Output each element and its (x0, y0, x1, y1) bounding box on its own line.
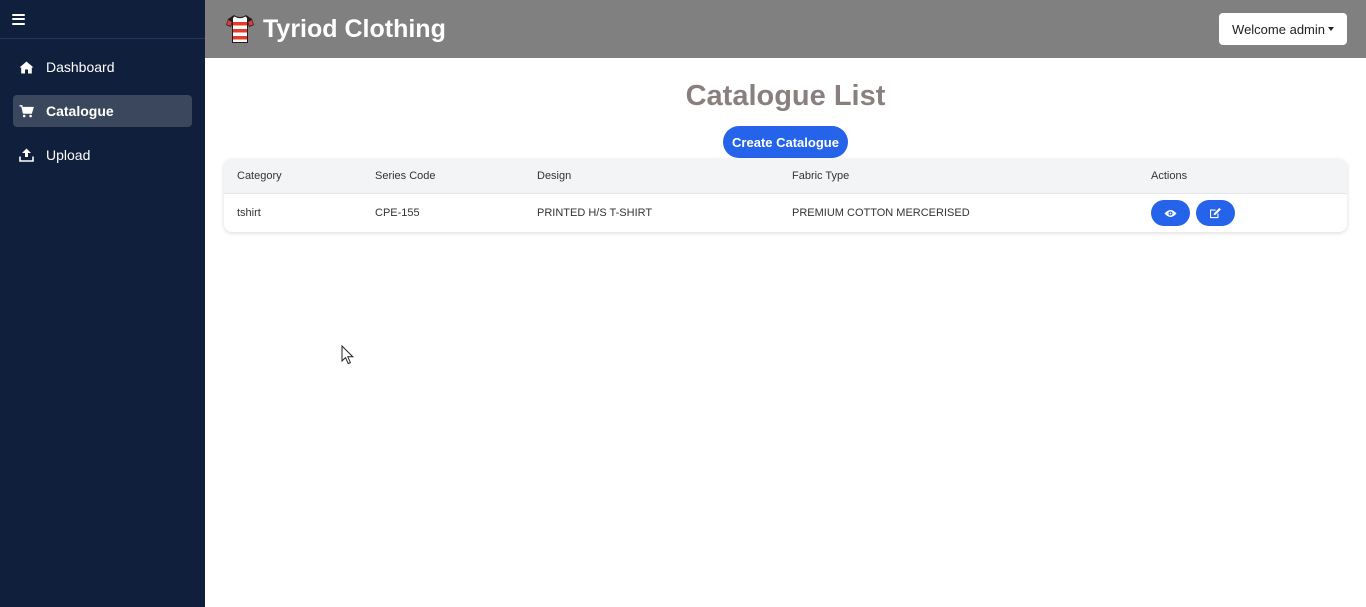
brand-title: Tyriod Clothing (263, 14, 446, 43)
sidebar-item-dashboard[interactable]: Dashboard (13, 51, 192, 83)
sidebar-item-label: Catalogue (46, 103, 114, 119)
cell-fabric-type: PREMIUM COTTON MERCERISED (792, 207, 970, 219)
cell-category: tshirt (237, 207, 261, 219)
mouse-cursor-icon (341, 345, 355, 365)
column-header-fabric-type: Fabric Type (792, 170, 850, 182)
page-title: Catalogue List (685, 80, 886, 112)
table-row: tshirt CPE-155 PRINTED H/S T-SHIRT PREMI… (224, 194, 1347, 232)
brand[interactable]: Tyriod Clothing (225, 13, 446, 45)
cell-series-code: CPE-155 (375, 207, 420, 219)
table-header: Category Series Code Design Fabric Type … (224, 159, 1347, 194)
column-header-design: Design (537, 170, 572, 182)
caret-down-icon (1328, 27, 1334, 31)
sidebar-item-label: Upload (46, 147, 91, 163)
column-header-series-code: Series Code (375, 170, 436, 182)
sidebar: Dashboard Catalogue Upload (0, 0, 205, 607)
cell-actions (1151, 194, 1241, 232)
welcome-label: Welcome admin (1232, 21, 1325, 37)
edit-button[interactable] (1196, 200, 1235, 226)
menu-toggle-icon[interactable] (12, 13, 25, 25)
cell-design: PRINTED H/S T-SHIRT (537, 207, 653, 219)
sidebar-topbar (0, 0, 205, 39)
tshirt-logo-icon (226, 15, 254, 43)
sidebar-nav: Dashboard Catalogue Upload (0, 39, 205, 171)
sidebar-item-catalogue[interactable]: Catalogue (13, 95, 192, 127)
top-header: Tyriod Clothing Welcome admin (205, 0, 1366, 58)
catalogue-table: Category Series Code Design Fabric Type … (224, 159, 1347, 232)
cart-icon (19, 104, 34, 119)
view-button[interactable] (1151, 200, 1190, 226)
upload-icon (19, 148, 34, 163)
user-menu-button[interactable]: Welcome admin (1219, 13, 1347, 45)
column-header-actions: Actions (1151, 170, 1188, 182)
home-icon (19, 60, 34, 75)
edit-icon (1210, 207, 1221, 219)
sidebar-item-upload[interactable]: Upload (13, 139, 192, 171)
eye-icon (1164, 209, 1177, 217)
sidebar-item-label: Dashboard (46, 59, 115, 75)
main-content: Catalogue List Create Catalogue Category… (205, 58, 1366, 607)
column-header-category: Category (237, 170, 282, 182)
create-catalogue-button[interactable]: Create Catalogue (723, 126, 848, 158)
